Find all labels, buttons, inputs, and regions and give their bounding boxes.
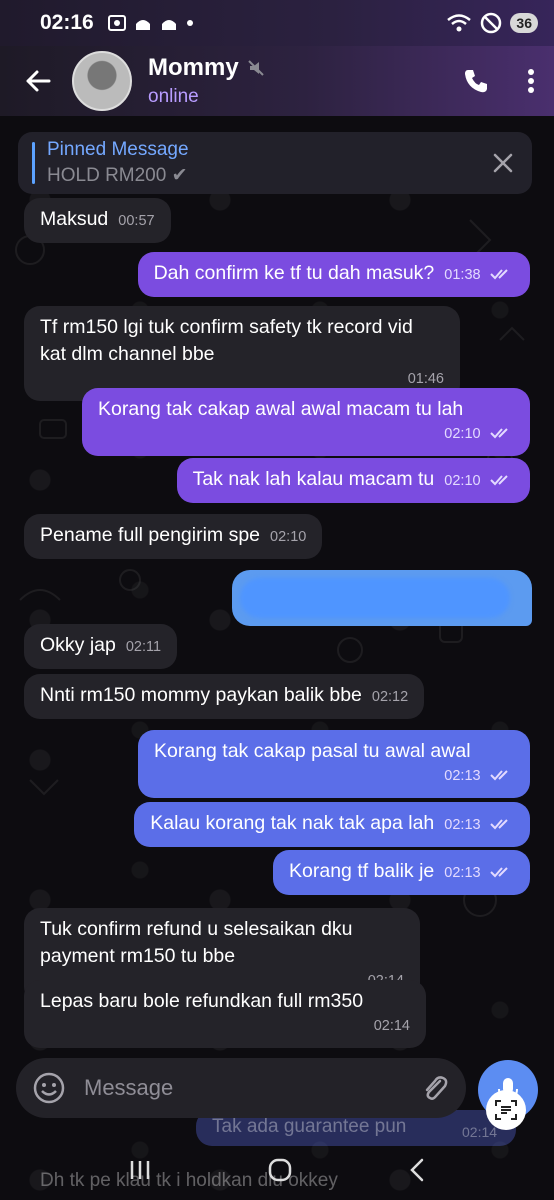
contact-name-row: Mommy xyxy=(148,54,265,82)
message-text: Korang tf balik je xyxy=(289,860,435,882)
message-time: 01:38 xyxy=(444,267,481,283)
phone-icon[interactable] xyxy=(462,67,490,95)
do-not-disturb-icon xyxy=(481,12,502,34)
muted-icon xyxy=(247,60,264,76)
emoji-icon[interactable] xyxy=(32,1071,66,1105)
message-composer xyxy=(16,1058,466,1118)
status-icons-left xyxy=(107,15,194,31)
pinned-indicator-bar xyxy=(32,142,35,184)
double-check-icon xyxy=(490,475,508,486)
message-incoming[interactable]: Tf rm150 lgi tuk confirm safety tk recor… xyxy=(24,306,460,401)
pinned-title: Pinned Message xyxy=(47,139,189,160)
message-time: 02:10 xyxy=(444,473,481,489)
system-nav-bar xyxy=(0,1140,554,1200)
message-outgoing[interactable]: Korang tf balik je 02:13 xyxy=(273,850,530,895)
message-time-row: 02:10 xyxy=(98,419,514,448)
message-text: Kalau korang tak nak tak apa lah xyxy=(150,812,435,834)
message-text: Tf rm150 lgi tuk confirm safety tk recor… xyxy=(40,316,413,365)
mosque-icon xyxy=(161,20,176,30)
double-check-icon xyxy=(490,819,508,830)
message-time: 01:46 xyxy=(407,371,444,387)
scan-text-icon xyxy=(495,1100,517,1120)
message-incoming[interactable]: Maksud 00:57 xyxy=(24,198,171,243)
message-text: Nnti rm150 mommy paykan balik bbe xyxy=(40,684,362,706)
message-text: Maksud xyxy=(40,208,109,230)
screenshot-icon xyxy=(107,15,126,31)
pinned-texts: Pinned Message HOLD RM200 ✔ xyxy=(47,139,189,187)
message-time: 00:57 xyxy=(118,213,155,229)
contact-info[interactable]: Mommy online xyxy=(148,54,265,108)
message-time: 02:13 xyxy=(444,768,481,784)
message-incoming[interactable]: Pename full pengirim spe 02:10 xyxy=(24,514,323,559)
message-text: Dah confirm ke tf tu dah masuk? xyxy=(153,262,435,284)
dot-icon xyxy=(186,20,193,26)
contact-status: online xyxy=(148,86,199,107)
battery-indicator: 36 xyxy=(510,13,538,33)
status-bar: 02:16 36 xyxy=(0,0,554,46)
message-text: Okky jap xyxy=(40,634,116,656)
avatar[interactable] xyxy=(72,51,132,111)
message-outgoing[interactable]: Korang tak cakap awal awal macam tu lah … xyxy=(82,388,530,456)
pinned-text: HOLD RM200 ✔ xyxy=(47,165,188,186)
message-outgoing[interactable]: Tak nak lah kalau macam tu 02:10 xyxy=(176,458,530,503)
double-check-icon xyxy=(490,867,508,878)
message-time: 02:10 xyxy=(444,426,481,442)
message-time: 02:10 xyxy=(270,529,307,545)
attach-icon[interactable] xyxy=(420,1073,450,1103)
message-time: 02:12 xyxy=(371,689,409,705)
header-actions xyxy=(462,67,536,95)
back-button[interactable] xyxy=(18,61,58,101)
chat-header: Mommy online xyxy=(0,46,554,116)
message-time: 02:13 xyxy=(444,865,481,881)
recent-apps-icon[interactable] xyxy=(128,1159,152,1181)
contact-name: Mommy xyxy=(148,54,239,81)
message-time: 02:14 xyxy=(373,1018,410,1034)
message-input[interactable] xyxy=(84,1075,420,1101)
message-incoming[interactable]: Okky jap 02:11 xyxy=(24,624,178,669)
more-options-icon[interactable] xyxy=(526,67,536,95)
double-check-icon xyxy=(490,269,508,280)
message-text: Lepas baru bole refundkan full rm350 xyxy=(40,990,364,1012)
back-nav-icon[interactable] xyxy=(408,1157,426,1183)
mosque-icon xyxy=(135,20,150,30)
ghost-message-time: 02:14 xyxy=(462,1124,498,1140)
wifi-icon xyxy=(447,14,472,32)
message-incoming[interactable]: Lepas baru bole refundkan full rm350 02:… xyxy=(24,980,426,1048)
message-outgoing[interactable]: Dah confirm ke tf tu dah masuk? 01:38 xyxy=(137,252,530,297)
status-time: 02:16 xyxy=(40,11,94,34)
message-outgoing[interactable]: Kalau korang tak nak tak apa lah 02:13 xyxy=(134,802,530,847)
status-icons-right: 36 xyxy=(446,12,538,34)
message-time-row: 02:13 xyxy=(154,761,514,790)
message-outgoing[interactable]: Korang tak cakap pasal tu awal awal 02:1… xyxy=(138,730,530,798)
ghost-message-text: Tak ada guarantee pun xyxy=(212,1116,407,1137)
arrow-left-icon xyxy=(26,70,51,92)
message-text: Pename full pengirim spe xyxy=(40,524,261,546)
double-check-icon xyxy=(490,770,508,781)
message-text: Tuk confirm refund u selesaikan dku paym… xyxy=(40,918,353,967)
message-time: 02:11 xyxy=(125,639,162,655)
text-scan-button[interactable] xyxy=(486,1090,526,1130)
home-icon[interactable] xyxy=(267,1157,293,1183)
redaction-scribble xyxy=(240,578,510,618)
close-icon[interactable] xyxy=(488,148,518,178)
pinned-message[interactable]: Pinned Message HOLD RM200 ✔ xyxy=(18,132,532,194)
message-time-row: 02:14 xyxy=(40,1011,410,1040)
double-check-icon xyxy=(490,428,508,439)
message-incoming[interactable]: Nnti rm150 mommy paykan balik bbe 02:12 xyxy=(24,674,425,719)
message-time: 02:13 xyxy=(444,817,481,833)
message-text: Tak nak lah kalau macam tu xyxy=(192,468,435,490)
